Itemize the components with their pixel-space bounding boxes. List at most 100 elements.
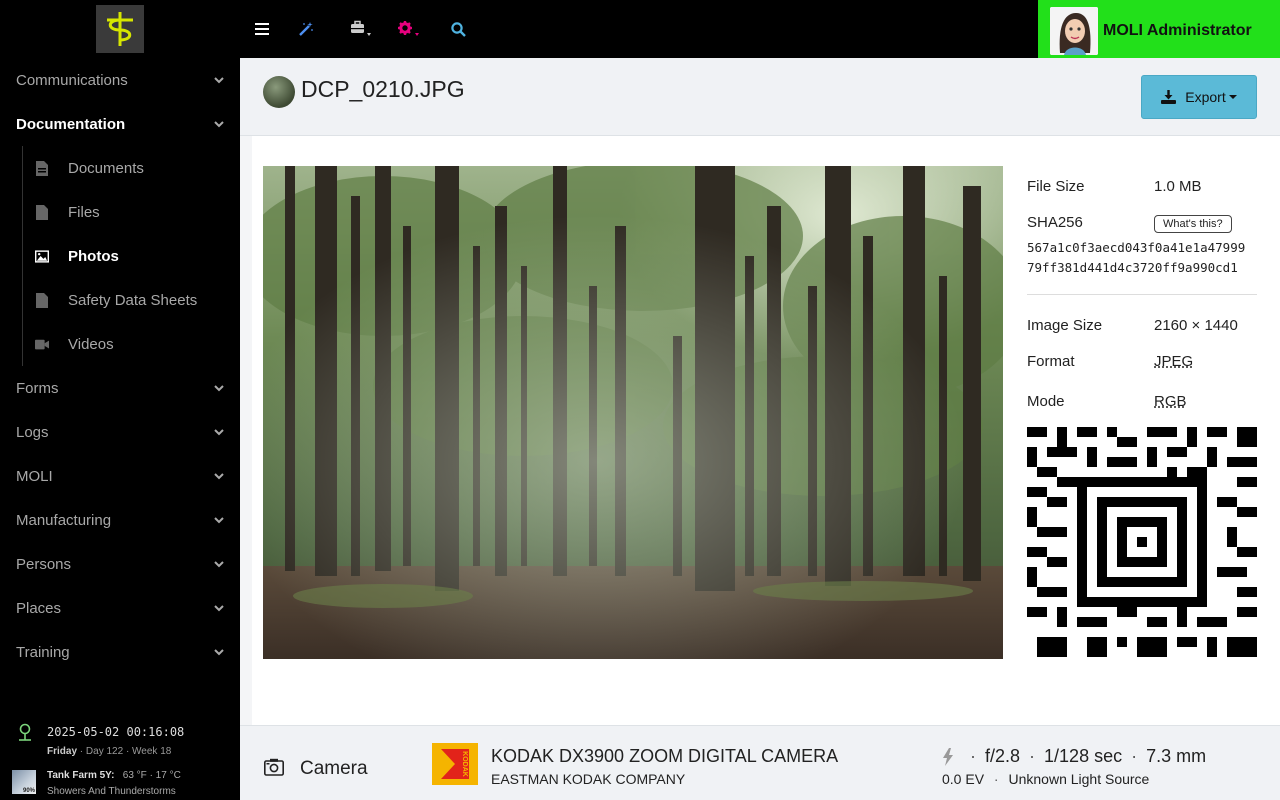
- subnav-label: Documents: [68, 159, 144, 177]
- nav-forms[interactable]: Forms: [0, 366, 240, 410]
- nav-manufacturing[interactable]: Manufacturing: [0, 498, 240, 542]
- nav-label: Places: [16, 599, 62, 617]
- file-metadata: File Size 1.0 MB SHA256 What's this? 567…: [1027, 166, 1257, 662]
- image-size-row: Image Size 2160 × 1440: [1027, 307, 1257, 343]
- subnav-label: Safety Data Sheets: [68, 291, 198, 309]
- aztec-code: [1027, 427, 1257, 657]
- nav-label: Logs: [16, 423, 49, 441]
- sha256-label: SHA256: [1027, 213, 1083, 231]
- avatar: [1050, 7, 1098, 55]
- gear-icon: [398, 21, 419, 36]
- weather-location: Tank Farm 5Y:: [47, 770, 115, 781]
- subnav-label: Files: [68, 203, 100, 221]
- clock-widget: 2025-05-02 00:16:08 Friday · Day 122 · W…: [16, 722, 236, 757]
- file-size-value: 1.0 MB: [1154, 177, 1202, 195]
- toolbox-menu[interactable]: [347, 18, 373, 40]
- image-size-value: 2160 × 1440: [1154, 316, 1238, 334]
- file-icon: [35, 204, 49, 220]
- photo-image[interactable]: [263, 166, 1003, 659]
- nav-logs[interactable]: Logs: [0, 410, 240, 454]
- magic-wand-icon: [299, 22, 313, 36]
- toolbox-icon: [351, 20, 371, 36]
- file-size-row: File Size 1.0 MB: [1027, 166, 1257, 206]
- chevron-down-icon: [214, 561, 224, 568]
- logo-icon: [107, 12, 133, 46]
- chevron-down-icon: [214, 517, 224, 524]
- divider: [1027, 294, 1257, 295]
- menu-toggle[interactable]: [251, 18, 273, 40]
- nav-label: Communications: [16, 71, 128, 89]
- photo-thumbnail: [263, 76, 295, 108]
- subnav-videos[interactable]: Videos: [23, 322, 240, 366]
- caret-down-icon: [1228, 95, 1237, 99]
- nav-communications[interactable]: Communications: [0, 58, 240, 102]
- camera-make: EASTMAN KODAK COMPANY: [491, 771, 686, 787]
- magic-wand-button[interactable]: [295, 18, 317, 40]
- whats-this-button[interactable]: What's this?: [1154, 214, 1232, 233]
- download-icon: [1161, 90, 1177, 104]
- main-panel: DCP_0210.JPG Export File Size 1.0 MB SHA…: [240, 58, 1280, 800]
- photo-content: File Size 1.0 MB SHA256 What's this? 567…: [252, 136, 1280, 726]
- weather-badge: 90%: [22, 788, 35, 794]
- subnav-safety-data-sheets[interactable]: Safety Data Sheets: [23, 278, 240, 322]
- sidebar: Communications Documentation Documents F…: [0, 0, 240, 800]
- clock-day-of-year: Day 122: [85, 746, 124, 757]
- nav-label: Persons: [16, 555, 72, 573]
- clock-day: Friday: [47, 746, 78, 757]
- camera-label: Camera: [300, 758, 368, 779]
- nav-label: Manufacturing: [16, 511, 112, 529]
- search-icon: [450, 21, 466, 37]
- forest-photo: [263, 166, 1003, 659]
- aperture-value: f/2.8: [985, 746, 1021, 766]
- camera-icon: [264, 758, 284, 776]
- image-icon: [35, 248, 49, 264]
- chevron-down-icon: [214, 473, 224, 480]
- nav-label: MOLI: [16, 467, 53, 485]
- mode-label: Mode: [1027, 392, 1065, 410]
- sha256-hash-line: 567a1c0f3aecd043f0a41e1a47999: [1027, 240, 1246, 255]
- sidebar-nav: Communications Documentation Documents F…: [0, 58, 240, 674]
- mode-value[interactable]: RGB: [1154, 393, 1257, 410]
- file-size-label: File Size: [1027, 177, 1085, 195]
- clock-week: Week 18: [132, 746, 172, 757]
- app-logo[interactable]: [96, 5, 144, 53]
- export-button[interactable]: Export: [1141, 75, 1257, 119]
- focal-length-value: 7.3 mm: [1146, 746, 1207, 766]
- search-button[interactable]: [447, 18, 469, 40]
- chevron-down-icon: [214, 121, 224, 128]
- format-value[interactable]: JPEG: [1154, 353, 1257, 370]
- weather-widget: 90% Tank Farm 5Y: 63 °F · 17 °C Showers …: [12, 768, 237, 800]
- shutter-value: 1/128 sec: [1044, 746, 1123, 766]
- image-size-label: Image Size: [1027, 316, 1103, 334]
- hamburger-icon: [255, 23, 269, 35]
- subnav-label: Videos: [68, 335, 114, 353]
- weather-icon: 90%: [12, 770, 36, 794]
- subnav-documents[interactable]: Documents: [23, 146, 240, 190]
- nav-places[interactable]: Places: [0, 586, 240, 630]
- kodak-logo-text: KODAK: [461, 751, 468, 777]
- clock-subline: Friday · Day 122 · Week 18: [47, 746, 172, 757]
- chevron-down-icon: [214, 605, 224, 612]
- subnav-photos[interactable]: Photos: [23, 234, 240, 278]
- map-pin-icon: [19, 723, 31, 741]
- flash-icon: [943, 747, 953, 766]
- nav-label: Documentation: [16, 115, 126, 133]
- chevron-down-icon: [214, 77, 224, 84]
- nav-training[interactable]: Training: [0, 630, 240, 674]
- nav-label: Training: [16, 643, 70, 661]
- user-menu[interactable]: MOLI Administrator: [1038, 0, 1280, 62]
- nav-persons[interactable]: Persons: [0, 542, 240, 586]
- subnav-label: Photos: [68, 247, 119, 265]
- page-header: DCP_0210.JPG Export: [240, 58, 1280, 136]
- settings-menu[interactable]: [395, 18, 421, 40]
- exposure-settings: · f/2.8 · 1/128 sec · 7.3 mm: [942, 746, 1206, 767]
- nav-documentation[interactable]: Documentation: [0, 102, 240, 146]
- weather-condition: Showers And Thunderstorms: [47, 786, 176, 797]
- export-label: Export: [1185, 89, 1226, 105]
- subnav-files[interactable]: Files: [23, 190, 240, 234]
- format-row: Format JPEG: [1027, 343, 1257, 379]
- nav-moli[interactable]: MOLI: [0, 454, 240, 498]
- sha256-hash: 567a1c0f3aecd043f0a41e1a47999 79ff381d44…: [1027, 238, 1257, 278]
- documentation-subnav: Documents Files Photos Safety Data Sheet…: [22, 146, 240, 366]
- nav-label: Forms: [16, 379, 59, 397]
